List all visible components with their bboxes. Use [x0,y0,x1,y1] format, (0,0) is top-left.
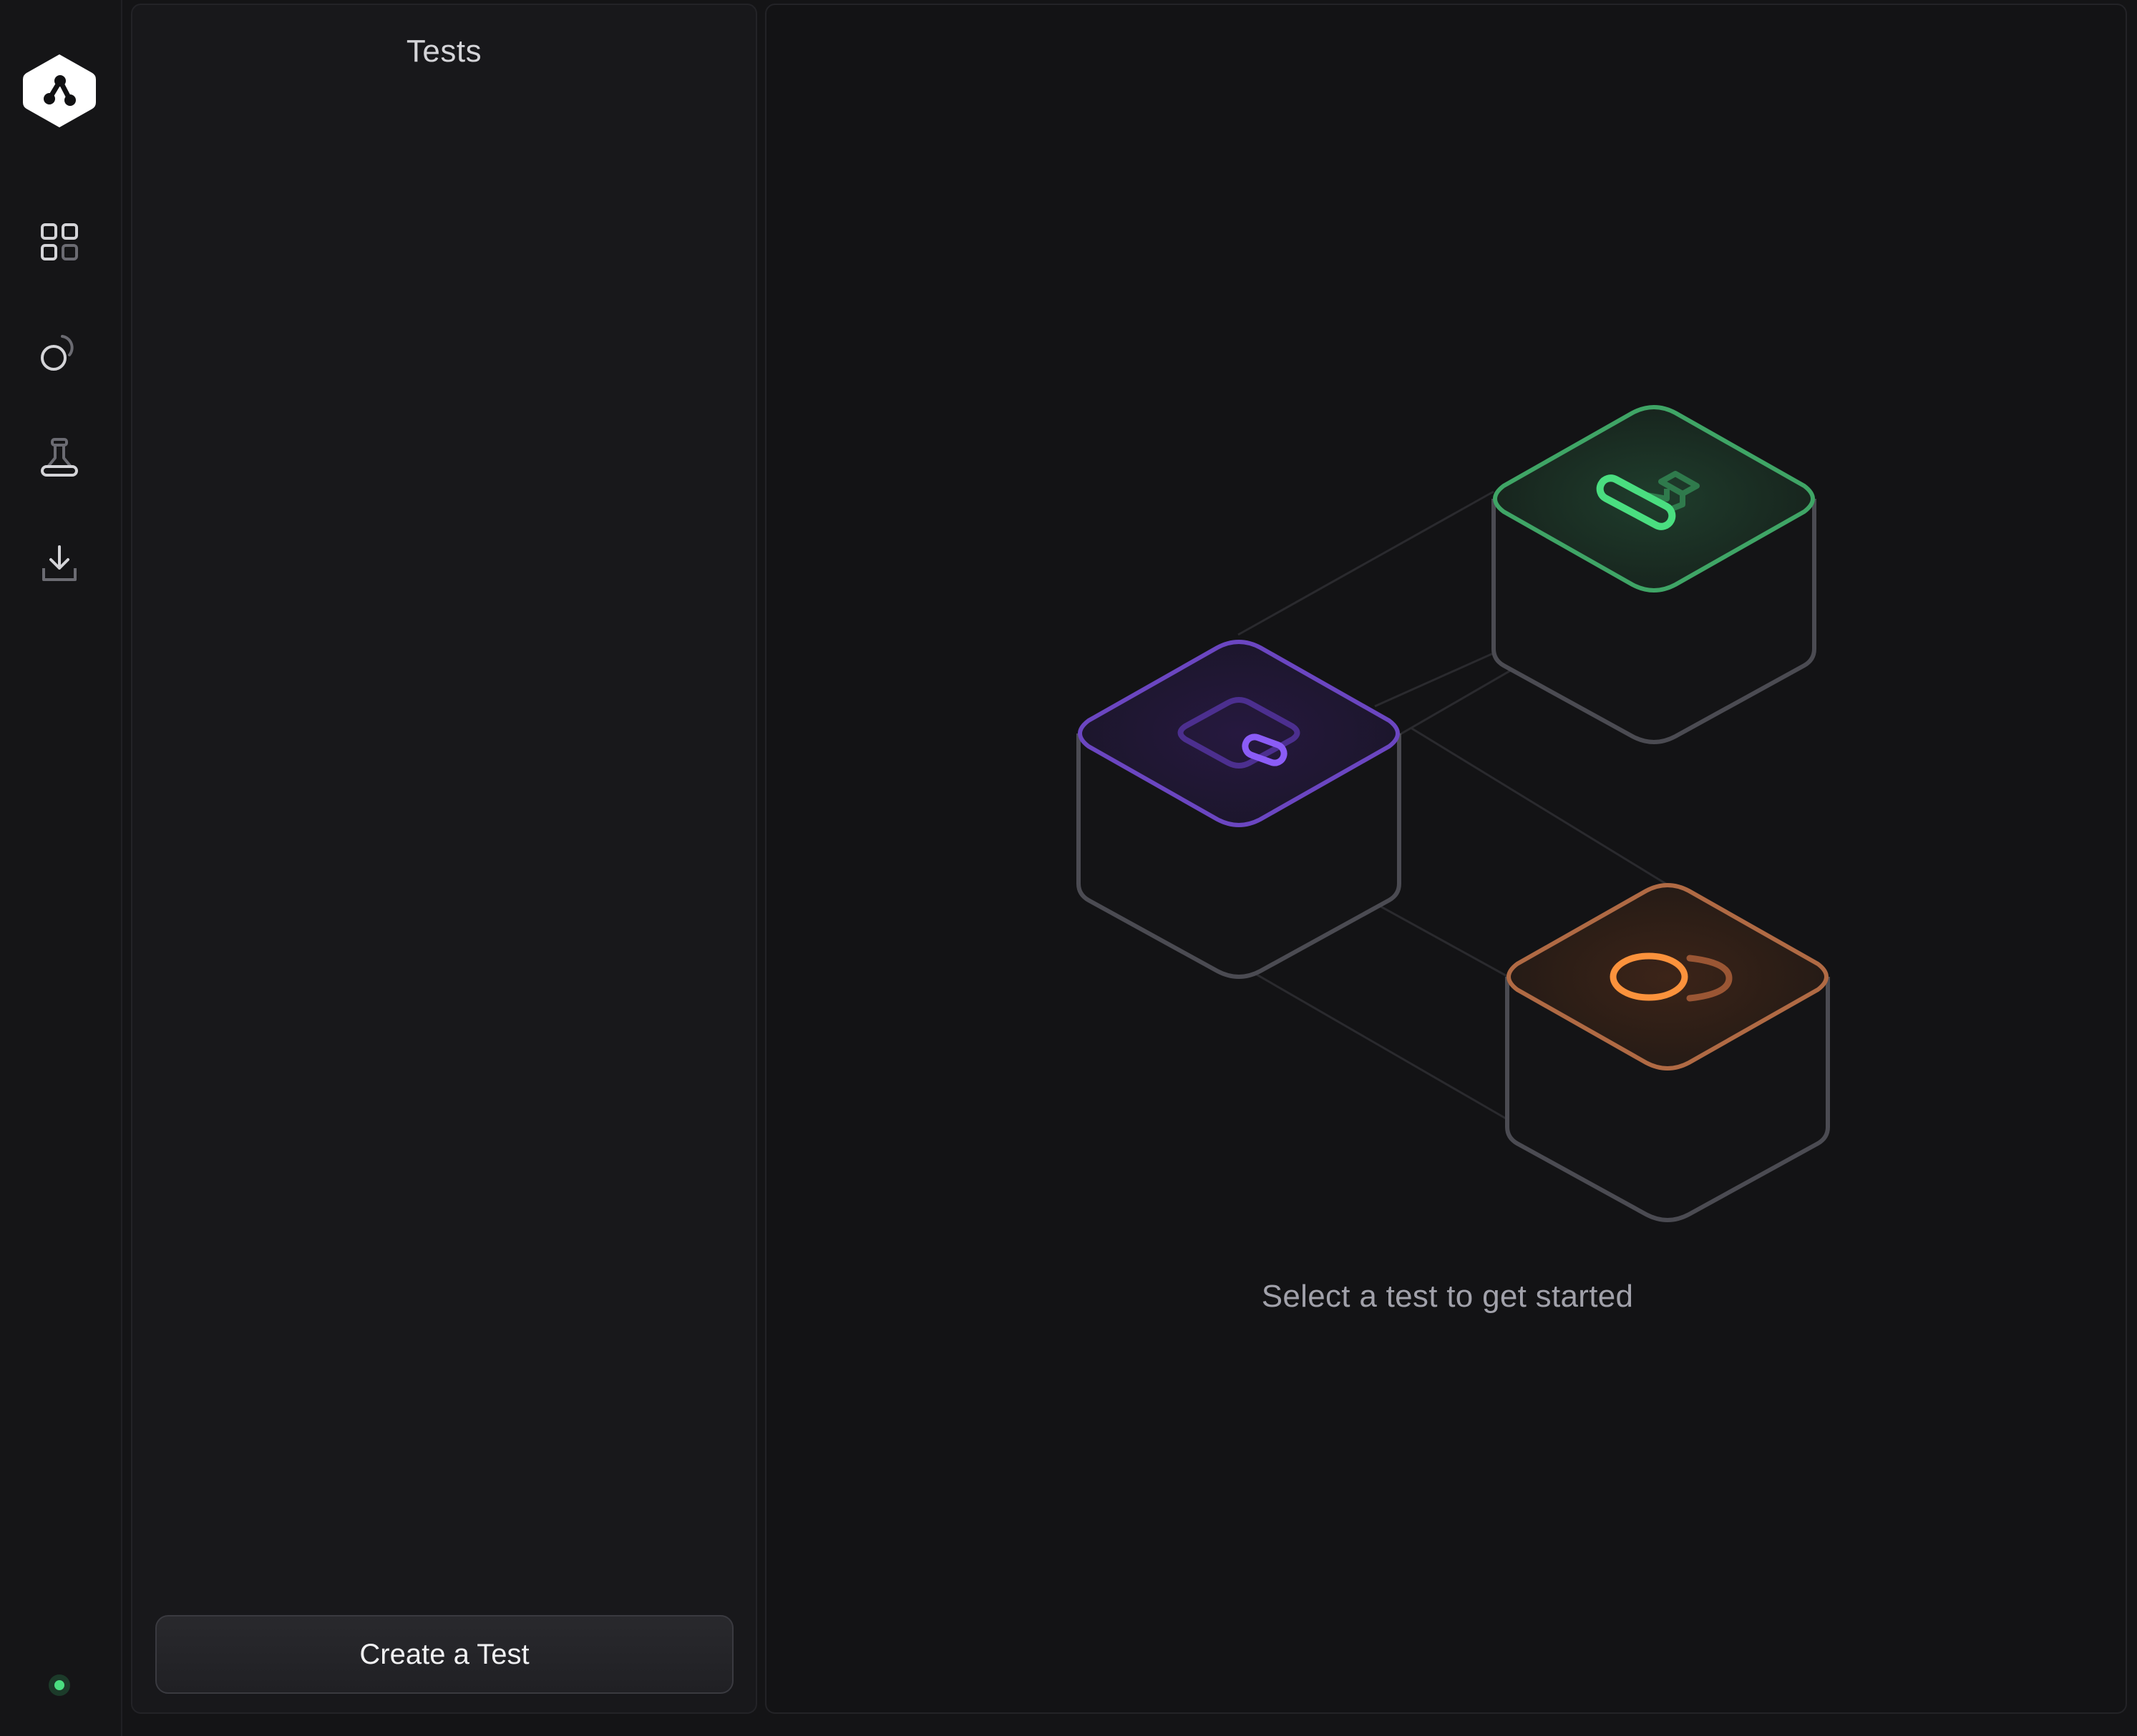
flask-cube [1491,405,1816,744]
scan-cube [1076,640,1401,979]
tests-panel-title: Tests [406,34,482,69]
nav-downloads[interactable] [31,535,88,593]
runs-icon [41,335,74,371]
nav-rail [0,0,122,1736]
nav-runs[interactable] [31,323,88,381]
main-panel: Select a test to get started [765,4,2127,1714]
flask-icon [41,438,78,477]
nav-tests[interactable] [31,429,88,487]
nav-dashboard[interactable] [31,213,88,270]
create-test-button[interactable]: Create a Test [155,1615,734,1694]
connection-status-indicator [49,1674,70,1696]
tests-panel: Tests Create a Test [131,4,757,1714]
app-logo-icon[interactable] [20,52,99,130]
empty-state-message: Select a test to get started [1261,1279,1634,1314]
runs-cube [1505,883,1830,1222]
grid-icon [41,223,78,260]
empty-state-illustration [1076,405,1830,1222]
download-icon [42,545,77,581]
